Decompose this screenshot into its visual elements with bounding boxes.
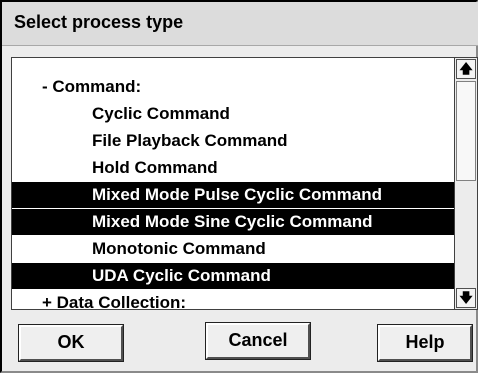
list-item[interactable]: Monotonic Command bbox=[12, 236, 454, 262]
list-item[interactable]: Cyclic Command bbox=[12, 101, 454, 127]
list-item[interactable]: Mixed Mode Pulse Cyclic Command bbox=[12, 182, 454, 208]
scroll-down-arrow-icon[interactable]: 🡇 bbox=[456, 288, 476, 308]
list-item[interactable]: Mixed Mode Sine Cyclic Command bbox=[12, 209, 454, 235]
cancel-button[interactable]: Cancel bbox=[205, 322, 311, 360]
ok-button[interactable]: OK bbox=[18, 324, 124, 362]
list-group-header[interactable]: + Data Collection: bbox=[12, 290, 454, 309]
scrollbar-thumb[interactable] bbox=[456, 81, 476, 181]
scroll-up-arrow-icon[interactable]: 🡅 bbox=[456, 59, 476, 79]
list-group-header[interactable]: - Command: bbox=[12, 74, 454, 100]
help-button[interactable]: Help bbox=[377, 324, 473, 362]
vertical-scrollbar[interactable]: 🡅 🡇 bbox=[454, 58, 477, 309]
list-item[interactable]: Hold Command bbox=[12, 155, 454, 181]
dialog-title: Select process type bbox=[2, 2, 478, 46]
select-process-type-dialog: Select process type - Command: Cyclic Com… bbox=[0, 0, 478, 373]
list-item[interactable]: File Playback Command bbox=[12, 128, 454, 154]
list-item[interactable]: UDA Cyclic Command bbox=[12, 263, 454, 289]
process-type-list-frame: - Command: Cyclic Command File Playback Co… bbox=[11, 57, 478, 310]
process-type-list[interactable]: - Command: Cyclic Command File Playback Co… bbox=[12, 58, 454, 309]
